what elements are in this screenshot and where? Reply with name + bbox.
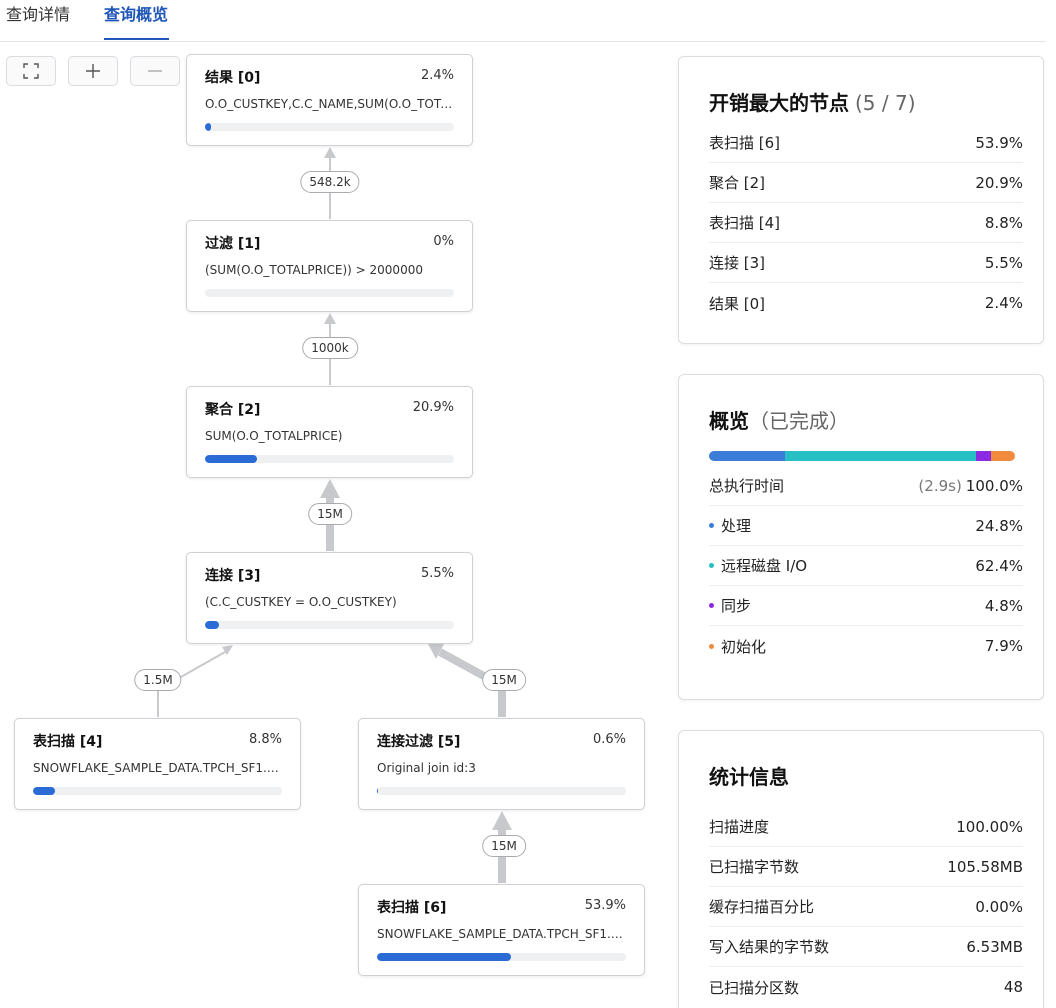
edge-label: 548.2k [300,171,360,193]
init-dot [709,643,714,649]
node-cost-bar [205,621,454,629]
fit-view-button[interactable] [6,56,56,86]
overview-panel: 概览（已完成） 总执行时间 (2.9s) 100.0% 处理 24.8% 远程磁盘 … [678,374,1044,700]
node-description: (SUM(O.O_TOTALPRICE)) > 2000000 [205,263,423,277]
tab-bar: 查询详情 查询概览 [0,0,1046,42]
node-cost-fill [205,123,211,131]
node-percent: 53.9% [584,898,626,913]
expensive-node-row[interactable]: 结果 [0] 2.4% [709,283,1023,323]
overview-breakdown: 总执行时间 (2.9s) 100.0% 处理 24.8% 远程磁盘 I/O 62.4%… [709,466,1023,666]
edge-arrow [324,313,336,324]
stat-row: 已扫描字节数 105.58MB [709,847,1023,887]
node-title: 过滤 [1] [205,236,261,252]
zoom-in-button[interactable] [68,56,118,86]
execution-time-bar [709,451,1015,461]
node-cost-bar [205,123,454,131]
minus-icon [148,70,162,72]
node-percent: 5.5% [420,566,454,581]
node-percent: 0.6% [592,732,626,747]
sync-row: 同步 4.8% [709,586,1023,626]
panel-title: 开销最大的节点 (5 / 7) [709,91,916,115]
node-description: (C.C_CUSTKEY = O.O_CUSTKEY) [205,595,397,609]
node-percent: 2.4% [420,68,454,83]
node-description: SNOWFLAKE_SAMPLE_DATA.TPCH_SF1.ORDERS [377,927,629,941]
plan-node-table-scan-6[interactable]: 表扫描 [6] 53.9% SNOWFLAKE_SAMPLE_DATA.TPCH… [358,884,645,976]
node-cost-fill [377,787,379,795]
node-title: 连接过滤 [5] [377,734,461,750]
edge-arrow [222,645,233,655]
edge-label: 1000k [302,337,358,359]
expensive-node-row[interactable]: 连接 [3] 5.5% [709,243,1023,283]
node-cost-fill [377,953,512,961]
status-text: （已完成） [749,409,849,433]
node-percent: 20.9% [412,400,454,415]
statistics-panel: 统计信息 扫描进度 100.00% 已扫描字节数 105.58MB 缓存扫描百分比 0… [678,730,1044,1008]
sync-dot [709,603,714,608]
node-title: 结果 [0] [205,70,261,86]
edge-arrow [320,479,340,498]
plan-node-aggregate-2[interactable]: 聚合 [2] 20.9% SUM(O.O_TOTALPRICE) [186,386,473,478]
node-percent: 8.8% [248,732,282,747]
node-percent: 0% [433,234,454,249]
node-title: 连接 [3] [205,568,261,584]
segment-init [990,451,1015,461]
node-description: SUM(O.O_TOTALPRICE) [205,429,343,443]
tab-query-details[interactable]: 查询详情 [6,4,70,26]
edge-label: 15M [308,503,352,525]
fullscreen-icon [23,63,39,79]
edge-label: 1.5M [134,669,182,691]
node-cost-fill [33,787,55,795]
edge-label: 15M [482,835,526,857]
expensive-node-list: 表扫描 [6] 53.9% 聚合 [2] 20.9% 表扫描 [4] 8.8% 连接 … [709,123,1023,323]
zoom-out-button[interactable] [130,56,180,86]
processing-row: 处理 24.8% [709,506,1023,546]
node-cost-bar [33,787,282,795]
plan-node-join-3[interactable]: 连接 [3] 5.5% (C.C_CUSTKEY = O.O_CUSTKEY) [186,552,473,644]
total-execution-time-row: 总执行时间 (2.9s) 100.0% [709,466,1023,506]
active-tab-indicator [104,38,169,40]
segment-processing [709,451,785,461]
node-description: SNOWFLAKE_SAMPLE_DATA.TPCH_SF1.CUSTOMER [33,761,285,775]
edge-arrow [492,811,512,830]
processing-dot [709,523,714,528]
edge-arrow [428,644,444,659]
expensive-node-row[interactable]: 表扫描 [4] 8.8% [709,203,1023,243]
tab-query-overview[interactable]: 查询概览 [104,4,168,26]
edge-label: 15M [482,669,526,691]
remote-io-dot [709,563,714,568]
node-count: (5 / 7) [855,91,916,115]
most-expensive-nodes-panel: 开销最大的节点 (5 / 7) 表扫描 [6] 53.9% 聚合 [2] 20.9% … [678,56,1044,344]
node-title: 表扫描 [6] [377,900,447,916]
node-title: 聚合 [2] [205,402,261,418]
node-description: O.O_CUSTKEY,C.C_NAME,SUM(O.O_TOTALPRICE) [205,97,457,111]
remote-disk-io-row: 远程磁盘 I/O 62.4% [709,546,1023,586]
panel-title: 统计信息 [709,765,789,789]
init-row: 初始化 7.9% [709,626,1023,666]
stat-row: 扫描进度 100.00% [709,807,1023,847]
plan-node-result-0[interactable]: 结果 [0] 2.4% O.O_CUSTKEY,C.C_NAME,SUM(O.O… [186,54,473,146]
node-title: 表扫描 [4] [33,734,103,750]
statistics-list: 扫描进度 100.00% 已扫描字节数 105.58MB 缓存扫描百分比 0.00% … [709,807,1023,1007]
node-cost-bar [377,953,626,961]
node-cost-bar [205,289,454,297]
expensive-node-row[interactable]: 聚合 [2] 20.9% [709,163,1023,203]
expensive-node-row[interactable]: 表扫描 [6] 53.9% [709,123,1023,163]
node-description: Original join id:3 [377,761,476,775]
plan-node-join-filter-5[interactable]: 连接过滤 [5] 0.6% Original join id:3 [358,718,645,810]
stat-row: 已扫描分区数 48 [709,978,1023,997]
node-cost-bar [377,787,626,795]
plus-icon [86,64,100,78]
segment-sync [976,451,991,461]
plan-node-filter-1[interactable]: 过滤 [1] 0% (SUM(O.O_TOTALPRICE)) > 200000… [186,220,473,312]
stat-row: 缓存扫描百分比 0.00% [709,887,1023,927]
segment-remote-io [784,451,977,461]
node-cost-fill [205,455,258,463]
plan-node-table-scan-4[interactable]: 表扫描 [4] 8.8% SNOWFLAKE_SAMPLE_DATA.TPCH_… [14,718,301,810]
node-cost-fill [205,621,219,629]
edge-arrow [324,147,336,158]
stat-row: 写入结果的字节数 6.53MB [709,927,1023,967]
panel-title: 概览（已完成） [709,409,849,433]
node-cost-bar [205,455,454,463]
